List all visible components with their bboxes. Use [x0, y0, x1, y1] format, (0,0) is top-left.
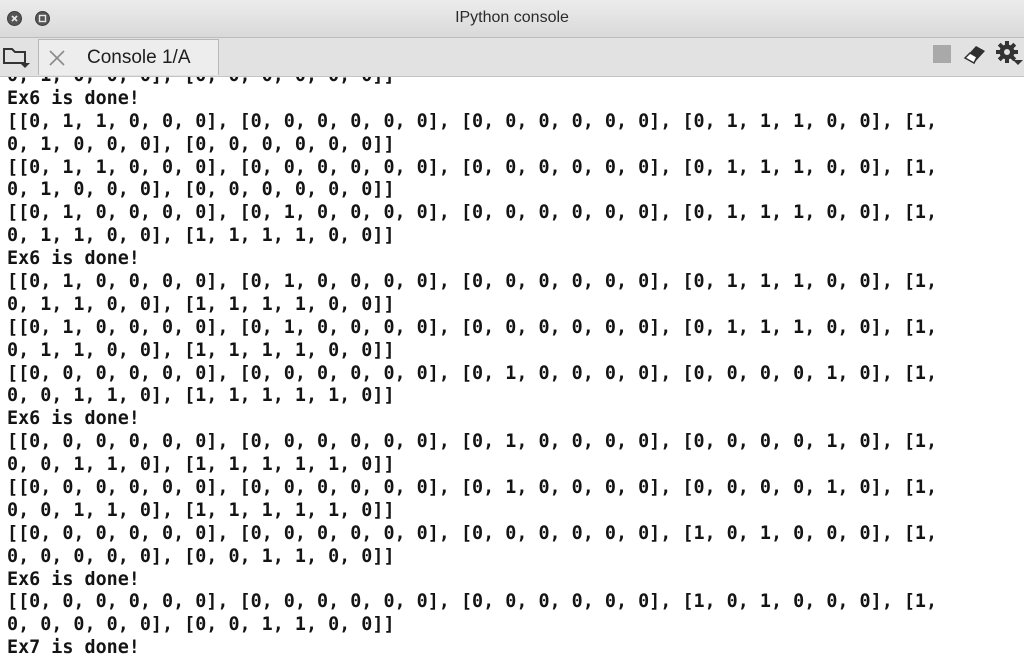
console-line: 0, 1, 0, 0, 0], [0, 0, 0, 0, 0, 0]] — [7, 133, 395, 155]
tab-bar: Console 1/A — [0, 38, 1024, 77]
console-line: 0, 1, 1, 0, 0], [1, 1, 1, 1, 0, 0]] — [7, 339, 395, 361]
console-line: [[0, 0, 0, 0, 0, 0], [0, 0, 0, 0, 0, 0],… — [7, 591, 938, 613]
console-line: [[0, 1, 1, 0, 0, 0], [0, 0, 0, 0, 0, 0],… — [7, 110, 938, 132]
close-icon[interactable] — [47, 48, 67, 68]
console-line: Ex6 is done! — [7, 568, 140, 590]
console-line: Ex7 is done! — [7, 637, 140, 659]
console-line: [[0, 0, 0, 0, 0, 0], [0, 0, 0, 0, 0, 0],… — [7, 431, 938, 453]
console-line: 0, 0, 0, 0, 0], [0, 0, 1, 1, 0, 0]] — [7, 545, 395, 567]
console-line: 0, 0, 0, 0, 0], [0, 0, 1, 1, 0, 0]] — [7, 614, 395, 636]
console-line: 0, 0, 1, 1, 0], [1, 1, 1, 1, 1, 0]] — [7, 385, 395, 407]
console-text: 0, 1, 0, 0, 0], [0, 0, 0, 0, 0, 0]]Ex6 i… — [7, 77, 937, 660]
tab-console-1a[interactable]: Console 1/A — [38, 39, 219, 75]
console-line: [[0, 0, 0, 0, 0, 0], [0, 0, 0, 0, 0, 0],… — [7, 362, 938, 384]
console-line: 0, 1, 1, 0, 0], [1, 1, 1, 1, 0, 0]] — [7, 225, 395, 247]
console-line: 0, 1, 0, 0, 0], [0, 0, 0, 0, 0, 0]] — [7, 179, 395, 201]
console-line: 0, 1, 1, 0, 0], [1, 1, 1, 1, 0, 0]] — [7, 293, 395, 315]
browse-tabs-icon[interactable] — [0, 41, 34, 71]
console-line: [[0, 0, 0, 0, 0, 0], [0, 0, 0, 0, 0, 0],… — [7, 477, 938, 499]
console-line: [[0, 1, 0, 0, 0, 0], [0, 1, 0, 0, 0, 0],… — [7, 271, 938, 293]
stop-icon[interactable] — [933, 45, 951, 63]
gear-icon[interactable] — [995, 40, 1023, 68]
console-line: [[0, 1, 0, 0, 0, 0], [0, 1, 0, 0, 0, 0],… — [7, 202, 938, 224]
console-line: [[0, 1, 0, 0, 0, 0], [0, 1, 0, 0, 0, 0],… — [7, 316, 938, 338]
console-line: Ex6 is done! — [7, 248, 140, 270]
console-line: Ex6 is done! — [7, 87, 140, 109]
console-line: Ex6 is done! — [7, 408, 140, 430]
console-line: [[0, 0, 0, 0, 0, 0], [0, 0, 0, 0, 0, 0],… — [7, 522, 938, 544]
ipython-console-window: IPython console Console 1/A Ex6 is done!… — [0, 0, 1024, 662]
tab-label: Console 1/A — [87, 47, 191, 68]
title-bar: IPython console — [0, 0, 1024, 38]
window-title: IPython console — [455, 9, 569, 26]
console-line: [[0, 1, 1, 0, 0, 0], [0, 0, 0, 0, 0, 0],… — [7, 156, 938, 178]
console-line: 0, 1, 0, 0, 0], [0, 0, 0, 0, 0, 0]] — [7, 77, 937, 88]
eraser-icon[interactable] — [962, 42, 988, 64]
console-line: 0, 0, 1, 1, 0], [1, 1, 1, 1, 1, 0]] — [7, 499, 395, 521]
console-line: 0, 0, 1, 1, 0], [1, 1, 1, 1, 1, 0]] — [7, 454, 395, 476]
console-output[interactable]: 0, 1, 0, 0, 0], [0, 0, 0, 0, 0, 0]]Ex6 i… — [0, 77, 1024, 662]
